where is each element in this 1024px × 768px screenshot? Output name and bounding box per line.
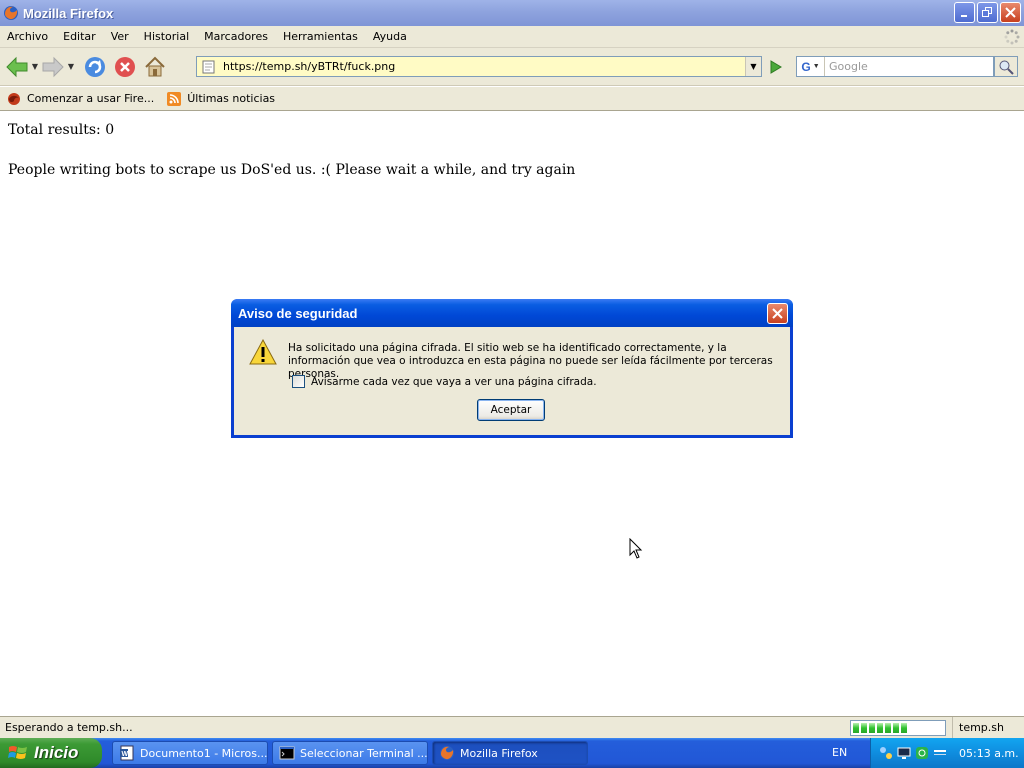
task-documento1[interactable]: W Documento1 - Micros...: [112, 741, 268, 765]
window-title: Mozilla Firefox: [23, 5, 114, 21]
bookmark-label: Últimas noticias: [187, 92, 276, 105]
warn-encrypted-checkbox[interactable]: [292, 375, 305, 388]
dialog-body: Ha solicitado una página cifrada. El sit…: [234, 327, 790, 435]
close-icon: [1005, 7, 1016, 18]
stop-button[interactable]: [112, 54, 138, 80]
close-icon: [772, 308, 783, 319]
mouse-pointer-icon: [629, 538, 643, 559]
clock[interactable]: 05:13 a.m.: [959, 747, 1019, 760]
loading-throbber-icon: [1004, 29, 1020, 45]
system-tray: 05:13 a.m.: [870, 738, 1024, 768]
search-placeholder: Google: [829, 60, 868, 73]
taskbar: Inicio W Documento1 - Micros... Seleccio…: [0, 738, 1024, 768]
warn-encrypted-checkbox-row[interactable]: Avisarme cada vez que vaya a ver una pág…: [292, 375, 597, 388]
warning-icon: [249, 339, 277, 365]
task-label: Mozilla Firefox: [460, 746, 538, 760]
bookmark-ultimas-noticias[interactable]: Últimas noticias: [166, 91, 275, 107]
menu-historial[interactable]: Historial: [137, 30, 197, 43]
progress-segment: [877, 723, 883, 733]
forward-arrow-icon: [42, 56, 64, 77]
checkbox-label[interactable]: Avisarme cada vez que vaya a ver una pág…: [311, 376, 597, 388]
rss-feed-icon: [167, 91, 182, 106]
back-arrow-icon: [6, 56, 28, 77]
task-terminal[interactable]: Seleccionar Terminal ...: [272, 741, 428, 765]
total-results-text: Total results: 0: [8, 122, 115, 138]
windows-logo-icon: [8, 746, 27, 759]
home-button[interactable]: [142, 54, 168, 80]
minimize-button[interactable]: [954, 2, 975, 23]
dialog-close-button[interactable]: [767, 303, 788, 324]
menu-ver[interactable]: Ver: [104, 30, 137, 43]
progress-segment: [861, 723, 867, 733]
reload-button[interactable]: [82, 54, 108, 80]
firefox-icon: [440, 746, 454, 760]
start-button[interactable]: Inicio: [0, 738, 102, 768]
task-label: Seleccionar Terminal ...: [300, 746, 428, 760]
terminal-icon: [279, 746, 295, 760]
menu-marcadores[interactable]: Marcadores: [197, 30, 276, 43]
progress-segment: [885, 723, 891, 733]
status-bar: Esperando a temp.sh... temp.sh: [0, 716, 1024, 738]
progress-segment: [853, 723, 859, 733]
network-icon[interactable]: [879, 746, 893, 760]
reload-icon: [85, 56, 105, 77]
restore-icon: [982, 7, 992, 17]
back-history-dropdown[interactable]: ▼: [30, 54, 40, 80]
forward-history-dropdown[interactable]: ▼: [66, 54, 76, 80]
menu-archivo[interactable]: Archivo: [0, 30, 56, 43]
loading-progress-bar: [850, 720, 946, 736]
svg-text:W: W: [122, 751, 129, 758]
rate-limit-message: People writing bots to scrape us DoS'ed …: [8, 162, 576, 178]
forward-button[interactable]: [40, 54, 66, 80]
close-window-button[interactable]: [1000, 2, 1021, 23]
menu-editar[interactable]: Editar: [56, 30, 104, 43]
language-indicator[interactable]: EN: [832, 746, 847, 759]
page-icon: [202, 60, 215, 73]
security-warning-dialog: Aviso de seguridad Ha solicitado una pág…: [231, 299, 793, 438]
firefox-icon: [4, 6, 18, 20]
stop-icon: [115, 56, 135, 77]
search-box[interactable]: G ▼ Google: [796, 56, 994, 77]
home-icon: [145, 56, 165, 76]
minimize-icon: [961, 15, 967, 17]
back-button[interactable]: [4, 54, 30, 80]
google-g-icon: G: [801, 59, 811, 74]
dialog-title: Aviso de seguridad: [238, 305, 358, 321]
go-arrow-icon: [770, 60, 782, 74]
search-engine-selector[interactable]: G ▼: [797, 57, 825, 76]
start-label: Inicio: [34, 743, 79, 762]
task-label: Documento1 - Micros...: [140, 746, 268, 760]
magnifier-icon: [999, 60, 1014, 75]
address-url: https://temp.sh/yBTRt/fuck.png: [223, 60, 396, 73]
go-button[interactable]: [764, 57, 788, 77]
bookmark-comenzar[interactable]: Comenzar a usar Fire...: [6, 91, 154, 107]
security-shield-icon[interactable]: [915, 746, 929, 760]
bookmark-label: Comenzar a usar Fire...: [27, 92, 155, 105]
status-host: temp.sh: [952, 717, 1024, 738]
word-doc-icon: W: [120, 745, 134, 761]
progress-fill: [853, 723, 907, 733]
progress-segment: [901, 723, 907, 733]
accept-button[interactable]: Aceptar: [477, 399, 545, 421]
address-history-dropdown[interactable]: ▼: [745, 57, 761, 76]
window-titlebar[interactable]: Mozilla Firefox: [0, 0, 1024, 26]
display-icon[interactable]: [897, 746, 911, 760]
progress-segment: [869, 723, 875, 733]
volume-icon[interactable]: [933, 746, 947, 760]
restore-button[interactable]: [977, 2, 998, 23]
menu-bar: Archivo Editar Ver Historial Marcadores …: [0, 26, 1024, 48]
firefox-bookmark-icon: [8, 92, 20, 105]
menu-herramientas[interactable]: Herramientas: [276, 30, 366, 43]
menu-ayuda[interactable]: Ayuda: [366, 30, 415, 43]
search-button[interactable]: [994, 56, 1018, 77]
navigation-toolbar: ▼ ▼ https://temp.sh/yBTRt/fuck.png ▼ G ▼ …: [0, 48, 1024, 86]
task-mozilla-firefox[interactable]: Mozilla Firefox: [432, 741, 588, 765]
address-bar[interactable]: https://temp.sh/yBTRt/fuck.png ▼: [196, 56, 762, 77]
dialog-titlebar[interactable]: Aviso de seguridad: [231, 299, 793, 327]
bookmarks-toolbar: Comenzar a usar Fire... Últimas noticias: [0, 87, 1024, 111]
progress-segment: [893, 723, 899, 733]
